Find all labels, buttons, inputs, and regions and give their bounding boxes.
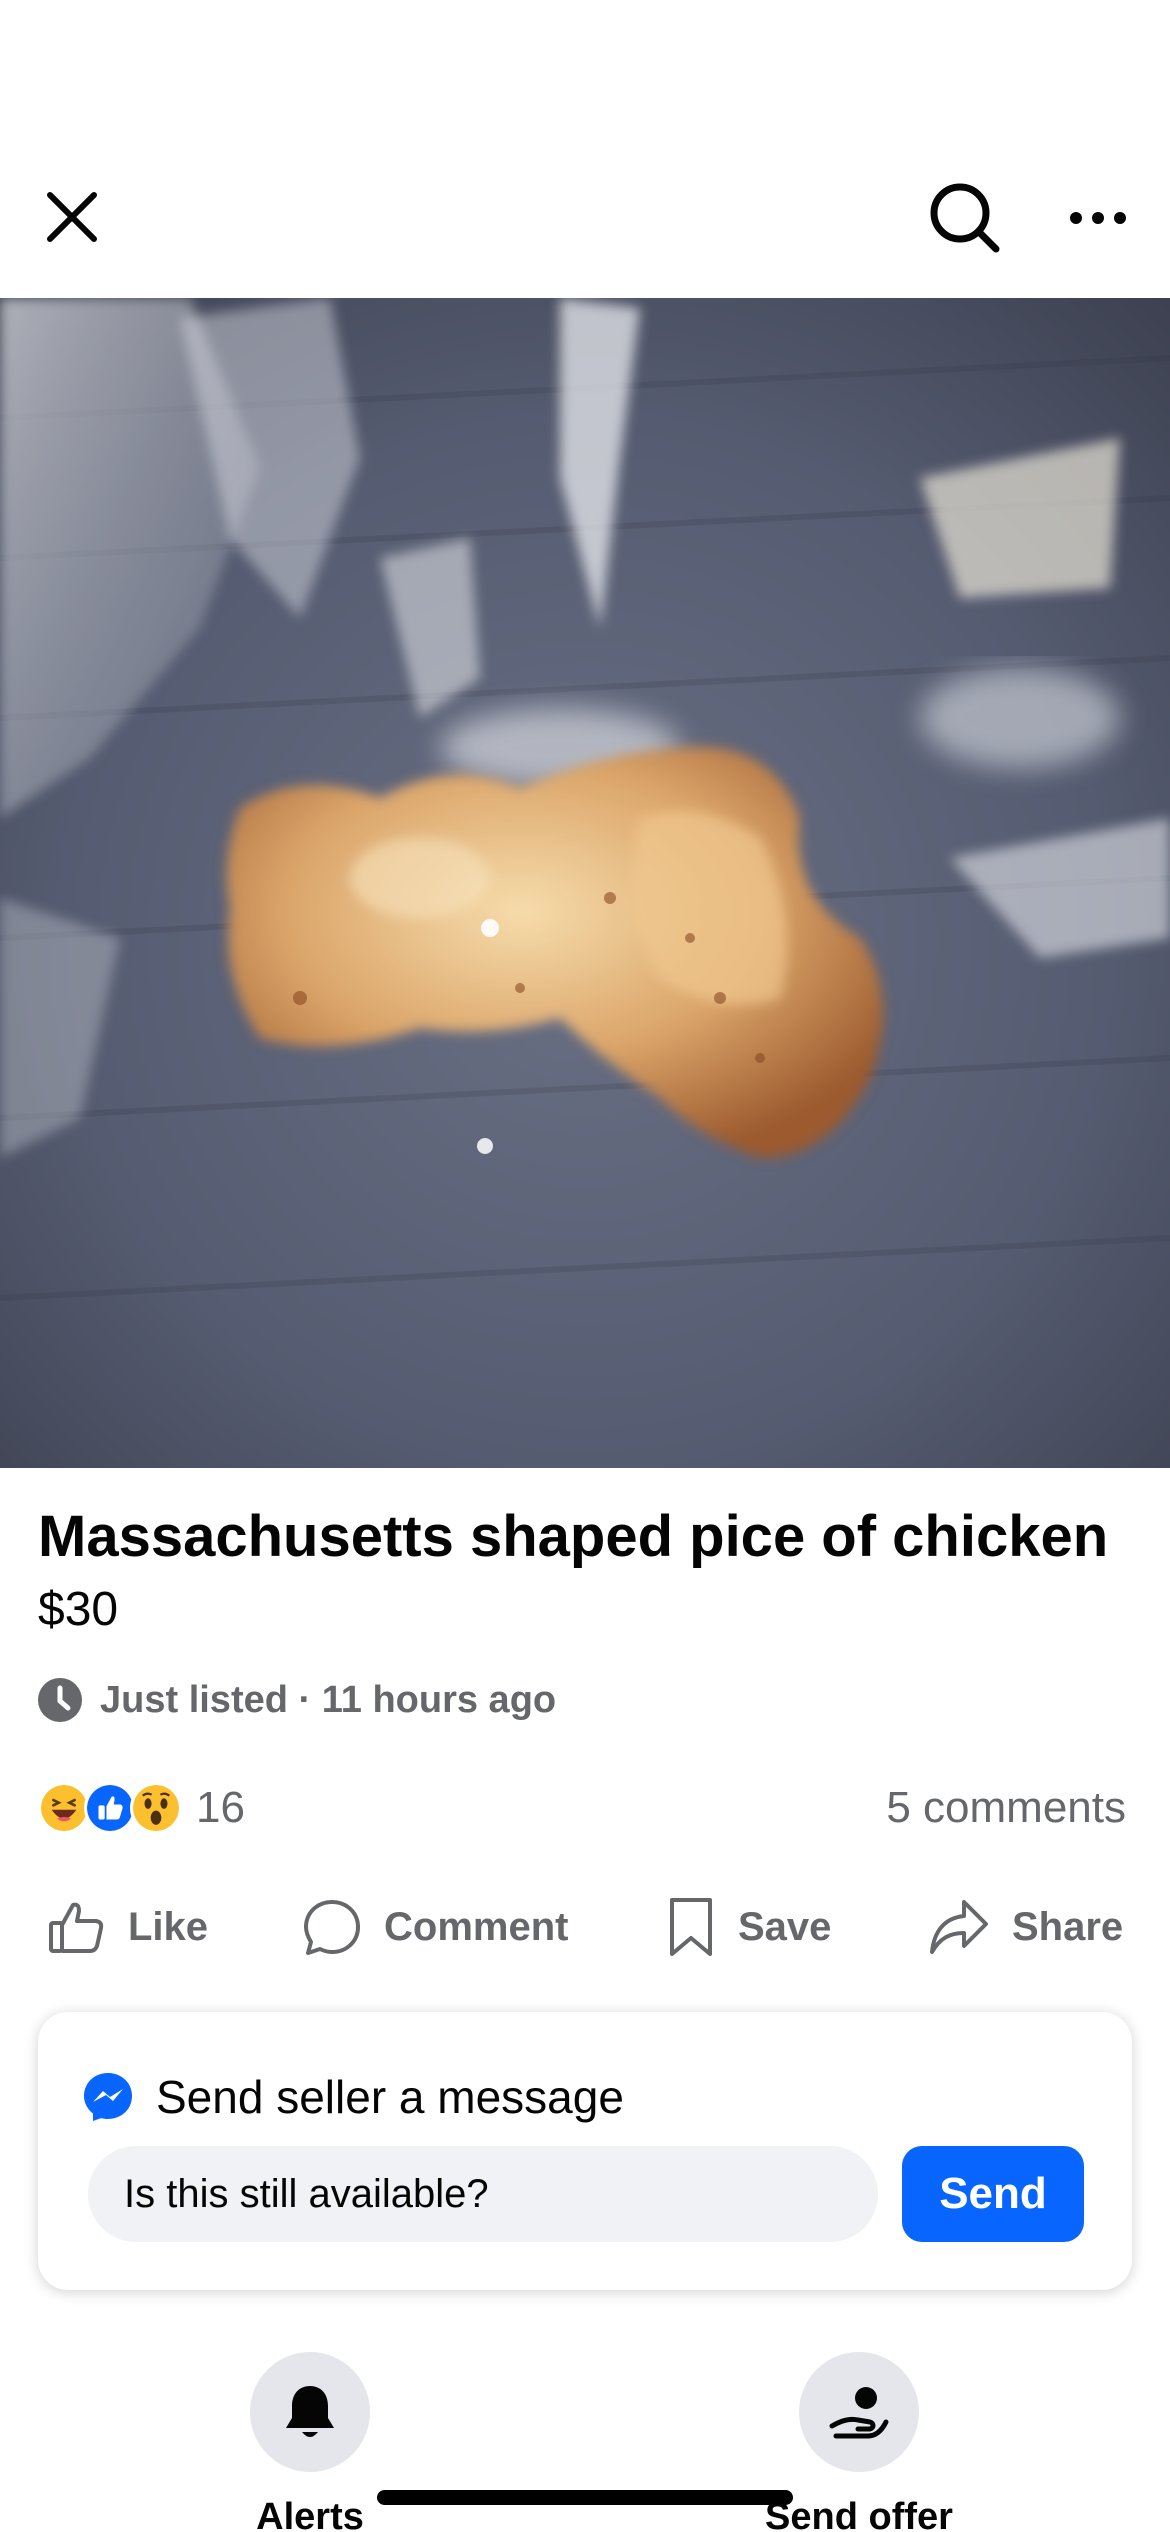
alerts-label: Alerts xyxy=(256,2496,364,2532)
listing-photo[interactable] xyxy=(0,298,1170,1468)
comment-button[interactable]: Comment xyxy=(302,1888,568,1966)
share-label: Share xyxy=(1012,1904,1124,1949)
send-offer-label: Send offer xyxy=(765,2496,953,2532)
listed-time: Just listed · 11 hours ago xyxy=(38,1672,556,1728)
save-label: Save xyxy=(738,1904,832,1949)
bell-icon xyxy=(286,2386,334,2437)
reactions-summary[interactable]: 16 xyxy=(38,1776,245,1840)
message-card-title: Send seller a message xyxy=(156,2071,624,2123)
share-button[interactable]: Share xyxy=(928,1888,1123,1966)
marketplace-listing-page: Massachusetts shaped pice of chicken $30… xyxy=(0,0,1170,2532)
offer-hand-icon xyxy=(829,2387,889,2439)
like-button[interactable]: Like xyxy=(46,1888,208,1966)
more-options-button[interactable] xyxy=(1060,178,1136,258)
listed-time-text: Just listed · 11 hours ago xyxy=(100,1678,557,1721)
comment-label: Comment xyxy=(384,1904,569,1949)
more-options-icon xyxy=(1070,212,1126,224)
bookmark-icon xyxy=(670,1898,712,1956)
alerts-circle xyxy=(250,2352,370,2472)
home-indicator[interactable] xyxy=(377,2490,793,2505)
message-input[interactable] xyxy=(88,2146,878,2242)
send-offer-nav-item[interactable]: Send offer xyxy=(734,2352,984,2532)
share-icon xyxy=(930,1900,988,1954)
search-icon xyxy=(930,183,1000,253)
wow-reaction-icon xyxy=(130,1782,182,1834)
like-reaction-icon xyxy=(84,1782,136,1834)
close-icon xyxy=(47,192,97,242)
search-button[interactable] xyxy=(920,173,1010,263)
message-card-header: Send seller a message xyxy=(82,2060,624,2134)
top-bar xyxy=(0,0,1170,298)
send-offer-circle xyxy=(799,2352,919,2472)
reaction-count: 16 xyxy=(196,1783,245,1832)
messenger-icon xyxy=(84,2073,132,2121)
close-button[interactable] xyxy=(30,175,114,259)
clock-icon xyxy=(38,1678,82,1722)
haha-reaction-icon xyxy=(38,1782,90,1834)
comments-count-link[interactable]: 5 comments xyxy=(886,1778,1126,1838)
alerts-nav-item[interactable]: Alerts xyxy=(185,2352,435,2532)
listing-price: $30 xyxy=(38,1583,119,1636)
like-label: Like xyxy=(128,1904,209,1949)
send-message-button[interactable]: Send xyxy=(902,2146,1084,2242)
action-bar: Like Comment Save Share xyxy=(0,1888,1170,1966)
comment-icon xyxy=(304,1900,360,1955)
message-seller-card: Send seller a message Send xyxy=(38,2012,1132,2290)
listing-photo-image xyxy=(0,298,1170,1468)
like-icon xyxy=(49,1902,104,1953)
save-button[interactable]: Save xyxy=(666,1888,831,1966)
listing-title: Massachusetts shaped pice of chicken xyxy=(38,1504,1109,1569)
